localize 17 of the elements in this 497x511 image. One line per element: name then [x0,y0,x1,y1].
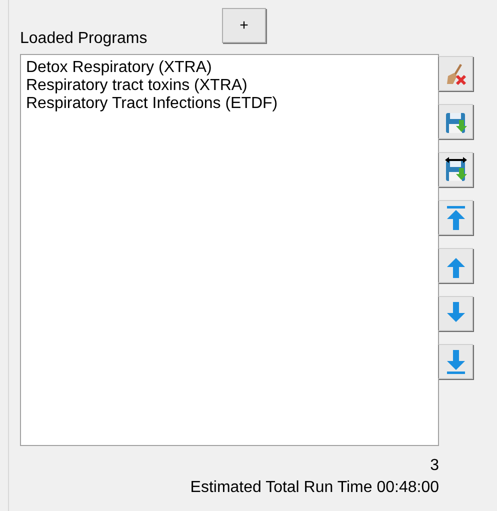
broom-delete-icon-button[interactable] [438,56,473,91]
floppy-transfer-icon-button[interactable] [438,152,473,187]
move-bottom-icon [446,348,466,374]
move-top-icon [446,204,466,230]
floppy-disk-icon-button[interactable] [438,104,473,139]
program-item[interactable]: Detox Respiratory (XTRA) [26,59,433,77]
add-button[interactable]: + [222,8,266,43]
move-up-icon-button[interactable] [438,248,473,283]
program-item[interactable]: Respiratory tract toxins (XTRA) [26,77,433,95]
loaded-programs-label: Loaded Programs [20,30,148,48]
move-bottom-icon-button[interactable] [438,344,473,379]
move-top-icon-button[interactable] [438,200,473,235]
floppy-transfer-icon [444,156,468,182]
program-count: 3 [430,456,439,476]
program-item[interactable]: Respiratory Tract Infections (ETDF) [26,95,433,113]
estimated-run-time: Estimated Total Run Time 00:48:00 [190,478,439,498]
move-down-icon-button[interactable] [438,296,473,331]
